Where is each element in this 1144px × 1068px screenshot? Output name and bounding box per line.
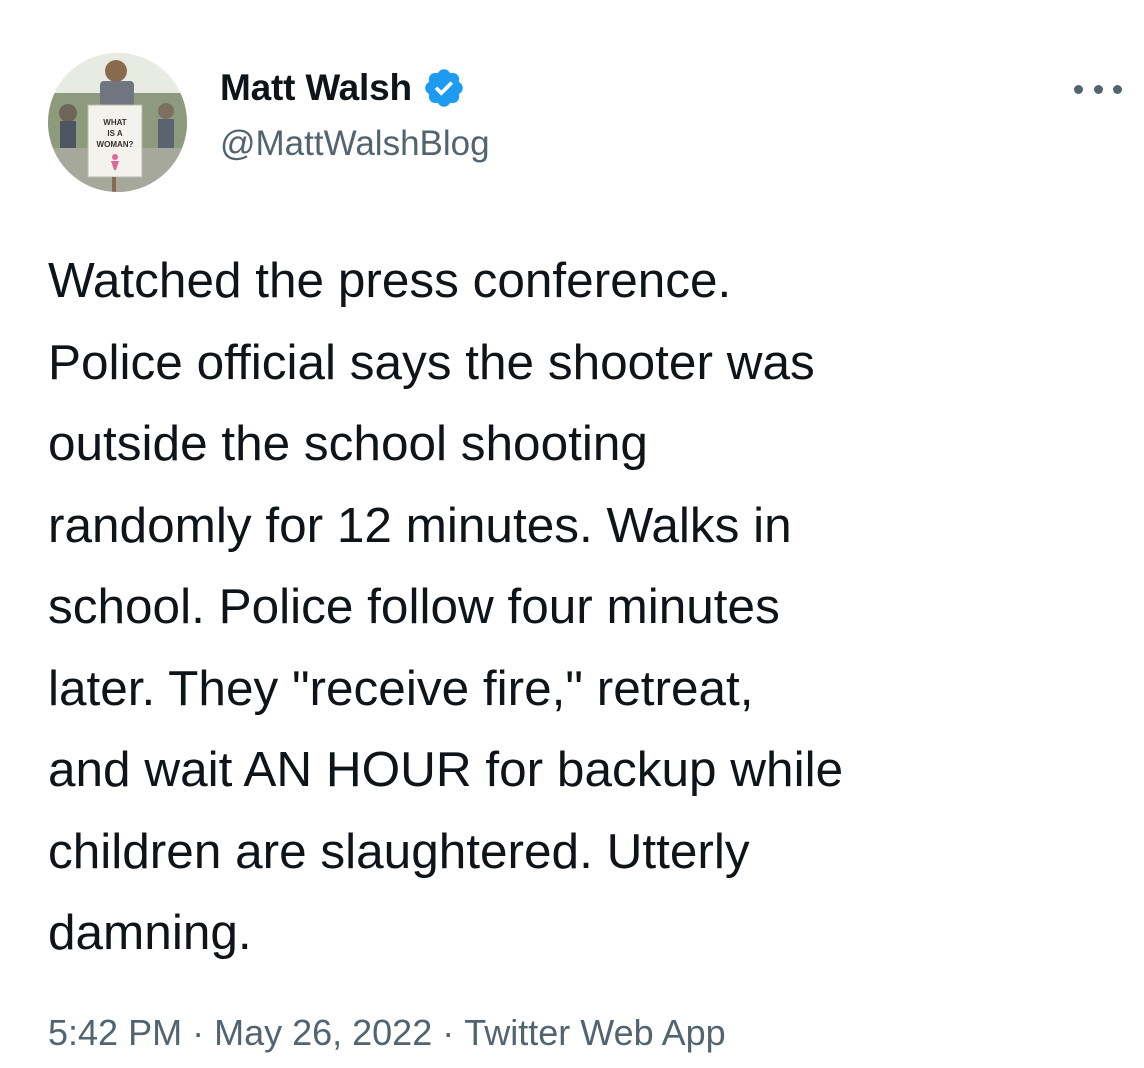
meta-separator: ·: [442, 1012, 455, 1053]
tweet-date[interactable]: May 26, 2022: [214, 1012, 432, 1053]
author-handle[interactable]: @MattWalshBlog: [220, 124, 490, 164]
more-options-icon[interactable]: [1074, 74, 1122, 104]
tweet-source[interactable]: Twitter Web App: [464, 1012, 725, 1053]
tweet-text: Watched the press conference. Police off…: [48, 253, 844, 960]
more-dot: [1113, 84, 1122, 94]
author-display-name[interactable]: Matt Walsh: [220, 67, 412, 109]
verified-badge-icon: [422, 66, 466, 110]
more-dot: [1093, 84, 1103, 94]
author-block: Matt Walsh @MattWalshBlog: [220, 66, 490, 164]
tweet-card: WHAT IS A WOMAN? Matt Walsh @MattWalshBl…: [0, 0, 1144, 1068]
avatar[interactable]: WHAT IS A WOMAN?: [48, 53, 187, 192]
avatar-sign-line-1: WHAT: [103, 118, 127, 127]
avatar-image: WHAT IS A WOMAN?: [48, 53, 187, 192]
tweet-meta: 5:42 PM · May 26, 2022 · Twitter Web App: [48, 1012, 726, 1054]
avatar-sign-line-2: IS A: [107, 129, 122, 138]
tweet-time[interactable]: 5:42 PM: [48, 1012, 182, 1053]
more-dot: [1074, 84, 1083, 94]
avatar-sign-line-3: WOMAN?: [97, 140, 134, 149]
meta-separator: ·: [192, 1012, 205, 1053]
author-name-row: Matt Walsh: [220, 66, 490, 110]
